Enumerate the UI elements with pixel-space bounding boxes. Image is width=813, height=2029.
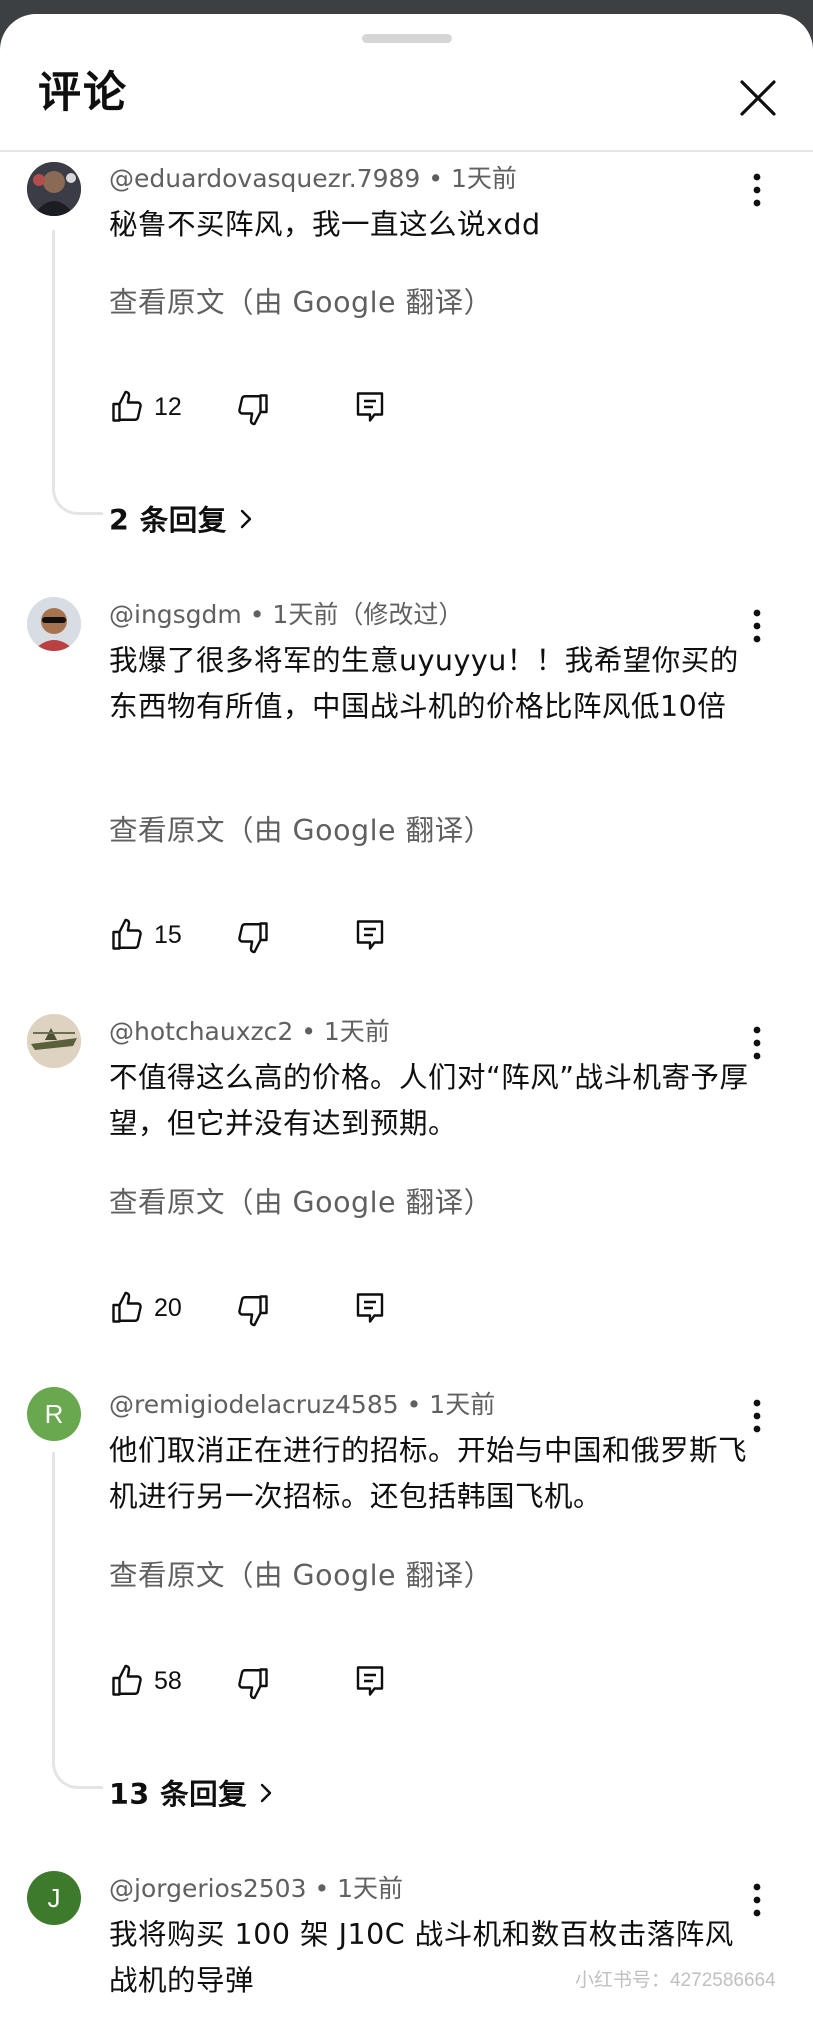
like-count: 58 (154, 1667, 182, 1695)
avatar[interactable] (27, 1014, 81, 1068)
replies-label: 13 条回复 (109, 1778, 248, 1811)
like-icon[interactable] (109, 1663, 145, 1699)
comment-actions: 12 (109, 389, 429, 429)
reply-thread-line (52, 1452, 103, 1789)
watermark: 小红书号：4272586664 (575, 1970, 776, 1991)
reply-icon[interactable] (352, 917, 388, 953)
like-icon[interactable] (109, 1290, 145, 1326)
translate-link[interactable]: 查看原文（由 Google 翻译） (109, 1180, 493, 1221)
reply-icon[interactable] (352, 1290, 388, 1326)
comment-text: 不值得这么高的价格。人们对“阵风”战斗机寄予厚望，但它并没有达到预期。 (109, 1061, 749, 1140)
avatar[interactable]: J (27, 1871, 81, 1925)
reply-icon[interactable] (352, 389, 388, 425)
avatar[interactable]: R (27, 1387, 81, 1441)
reply-thread-line (52, 230, 103, 515)
comment-text: 秘鲁不买阵风，我一直这么说xdd (109, 208, 541, 241)
like-count: 12 (154, 393, 182, 421)
replies-label: 2 条回复 (109, 504, 227, 537)
translate-link[interactable]: 查看原文（由 Google 翻译） (109, 808, 493, 849)
like-count: 15 (154, 921, 182, 949)
more-options-icon[interactable] (744, 1880, 770, 1920)
comment-author[interactable]: @remigiodelacruz4585 • 1天前 (109, 1390, 495, 1420)
comment-actions: 15 (109, 917, 429, 957)
header-divider (0, 150, 813, 152)
like-icon[interactable] (109, 389, 145, 425)
like-icon[interactable] (109, 917, 145, 953)
avatar[interactable] (27, 597, 81, 651)
more-options-icon[interactable] (744, 1023, 770, 1063)
comment-text: 他们取消正在进行的招标。开始与中国和俄罗斯飞机进行另一次招标。还包括韩国飞机。 (109, 1434, 748, 1513)
dislike-icon[interactable] (235, 1292, 271, 1328)
reply-icon[interactable] (352, 1663, 388, 1699)
comment-author[interactable]: @jorgerios2503 • 1天前 (109, 1874, 403, 1904)
close-icon[interactable] (730, 70, 786, 126)
chevron-right-icon (237, 506, 255, 539)
dislike-icon[interactable] (235, 1665, 271, 1701)
more-options-icon[interactable] (744, 170, 770, 210)
more-options-icon[interactable] (744, 1396, 770, 1436)
drag-handle[interactable] (362, 34, 452, 43)
comment-author[interactable]: @hotchauxzc2 • 1天前 (109, 1017, 390, 1047)
comment-author[interactable]: @ingsgdm • 1天前（修改过） (109, 600, 463, 630)
translate-link[interactable]: 查看原文（由 Google 翻译） (109, 1553, 493, 1594)
comment-author[interactable]: @eduardovasquezr.7989 • 1天前 (109, 164, 517, 194)
avatar[interactable] (27, 162, 81, 216)
chevron-right-icon (257, 1780, 275, 1813)
comment-text: 我爆了很多将军的生意uyuyyu！！我希望你买的东西物有所值，中国战斗机的价格比… (109, 644, 739, 723)
view-replies-button[interactable]: 2 条回复 (109, 498, 255, 539)
page-title: 评论 (38, 68, 128, 118)
like-count: 20 (154, 1294, 182, 1322)
comment-actions: 20 (109, 1290, 429, 1330)
comment-actions: 58 (109, 1663, 429, 1703)
dislike-icon[interactable] (235, 391, 271, 427)
translate-link[interactable]: 查看原文（由 Google 翻译） (109, 280, 493, 321)
view-replies-button[interactable]: 13 条回复 (109, 1772, 275, 1813)
dislike-icon[interactable] (235, 919, 271, 955)
more-options-icon[interactable] (744, 606, 770, 646)
